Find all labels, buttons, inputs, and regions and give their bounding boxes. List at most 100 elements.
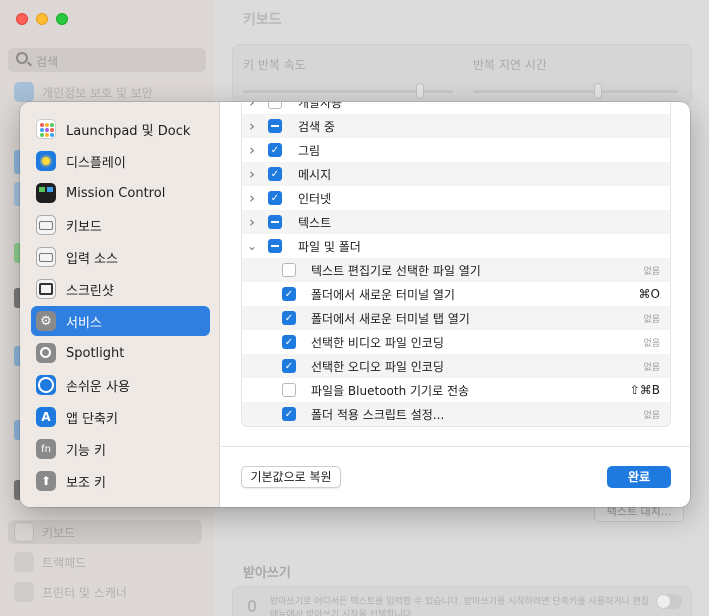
app-shortcuts-icon — [36, 407, 56, 427]
launchpad-icon — [36, 119, 56, 139]
chevron-down-icon[interactable]: ⌄ — [247, 234, 257, 258]
sidebar-item-label: 기능 키 — [66, 443, 107, 459]
shortcut-value[interactable]: 없음 — [643, 312, 660, 325]
sidebar-item-input-sources[interactable]: 입력 소스 — [31, 242, 210, 272]
service-category-row[interactable]: › 검색 중 — [242, 114, 670, 138]
minimize-window-button[interactable] — [36, 13, 48, 25]
service-label: 검색 중 — [298, 119, 335, 134]
service-row[interactable]: ✓ 폴더에서 새로운 터미널 열기 ⌘O — [242, 282, 670, 306]
service-category-row[interactable]: › ✓ 그림 — [242, 138, 670, 162]
service-label: 폴더에서 새로운 터미널 탭 열기 — [311, 311, 470, 326]
services-icon — [36, 311, 56, 331]
dictation-toggle[interactable] — [656, 594, 682, 609]
shortcut-value[interactable]: 없음 — [643, 336, 660, 349]
sidebar-item-label: 스크린샷 — [66, 283, 114, 299]
service-label: 파일을 Bluetooth 기기로 전송 — [311, 383, 470, 398]
search-placeholder: 검색 — [36, 55, 59, 69]
search-icon — [16, 52, 28, 64]
repeat-delay-knob[interactable] — [594, 83, 602, 99]
sidebar-item-screenshots[interactable]: 스크린샷 — [31, 274, 210, 304]
shortcuts-content: › 개발자용 › 검색 중 › ✓ 그림 › ✓ 메시지 › ✓ 인터넷 › 텍스트 ⌄ 파일 및 폴더 텍스트 … — [221, 102, 690, 507]
sidebar-item-label: Mission Control — [66, 185, 166, 201]
sidebar-item-modifier-keys[interactable]: 보조 키 — [31, 466, 210, 496]
service-checkbox[interactable]: ✓ — [282, 287, 296, 301]
service-checkbox[interactable]: ✓ — [268, 167, 282, 181]
service-checkbox[interactable]: ✓ — [268, 143, 282, 157]
chevron-right-icon[interactable]: › — [247, 162, 257, 186]
repeat-delay-label: 반복 지연 시간 — [473, 58, 547, 72]
service-checkbox[interactable]: ✓ — [268, 191, 282, 205]
sidebar-item-label: 프린터 및 스캐너 — [42, 585, 127, 600]
service-row[interactable]: ✓ 선택한 오디오 파일 인코딩 없음 — [242, 354, 670, 378]
service-checkbox[interactable] — [282, 263, 296, 277]
service-row[interactable]: ✓ 선택한 비디오 파일 인코딩 없음 — [242, 330, 670, 354]
chevron-right-icon[interactable]: › — [247, 138, 257, 162]
sidebar-item-mission-control[interactable]: Mission Control — [31, 178, 210, 208]
key-repeat-rate-knob[interactable] — [416, 83, 424, 99]
sidebar-item-keyboard[interactable]: 키보드 — [31, 210, 210, 240]
keyboard-icon — [36, 215, 56, 235]
sidebar-item-label: Launchpad 및 Dock — [66, 123, 191, 139]
service-category-row[interactable]: ⌄ 파일 및 폴더 — [242, 234, 670, 258]
service-row[interactable]: 파일을 Bluetooth 기기로 전송 ⇧⌘B — [242, 378, 670, 402]
sidebar-item-label: 입력 소스 — [66, 251, 118, 267]
function-keys-icon — [36, 439, 56, 459]
sidebar-item-trackpad[interactable]: 트랙패드 — [14, 550, 86, 574]
service-category-row[interactable]: › 텍스트 — [242, 210, 670, 234]
sidebar-item-launchpad[interactable]: Launchpad 및 Dock — [31, 114, 210, 144]
sidebar-item-label: 서비스 — [66, 315, 102, 331]
sidebar-item-printers[interactable]: 프린터 및 스캐너 — [14, 580, 127, 604]
repeat-delay-slider[interactable] — [473, 90, 678, 93]
service-checkbox[interactable]: ✓ — [282, 335, 296, 349]
chevron-right-icon[interactable]: › — [247, 102, 257, 114]
sidebar-item-function-keys[interactable]: 기능 키 — [31, 434, 210, 464]
service-label: 텍스트 편집기로 선택한 파일 열기 — [311, 263, 481, 278]
service-label: 선택한 오디오 파일 인코딩 — [311, 359, 444, 374]
chevron-right-icon[interactable]: › — [247, 210, 257, 234]
dictation-description: 받아쓰기로 어디서든 텍스트를 입력할 수 있습니다. 받아쓰기를 시작하려면 … — [270, 597, 650, 616]
service-checkbox[interactable]: ✓ — [282, 311, 296, 325]
hand-icon — [14, 82, 34, 102]
shortcut-value[interactable]: 없음 — [643, 264, 660, 277]
service-checkbox[interactable] — [268, 102, 282, 109]
service-row[interactable]: ✓ 폴더에서 새로운 터미널 탭 열기 없음 — [242, 306, 670, 330]
service-checkbox[interactable] — [282, 383, 296, 397]
service-checkbox[interactable]: ✓ — [282, 359, 296, 373]
service-row[interactable]: ✓ 폴더 적용 스크립트 설정... 없음 — [242, 402, 670, 426]
chevron-right-icon[interactable]: › — [247, 114, 257, 138]
search-input[interactable]: 검색 — [8, 48, 206, 72]
service-label: 개발자용 — [298, 102, 343, 110]
done-button[interactable]: 완료 — [607, 466, 671, 488]
chevron-right-icon[interactable]: › — [247, 186, 257, 210]
restore-defaults-button[interactable]: 기본값으로 복원 — [241, 466, 341, 488]
sidebar-item-app-shortcuts[interactable]: 앱 단축키 — [31, 402, 210, 432]
sidebar-item-services[interactable]: 서비스 — [31, 306, 210, 336]
key-repeat-group — [232, 44, 692, 104]
service-checkbox[interactable] — [268, 239, 282, 253]
sidebar-item-display[interactable]: 디스플레이 — [31, 146, 210, 176]
shortcut-value[interactable]: ⌘O — [639, 287, 660, 301]
service-label: 인터넷 — [298, 191, 332, 206]
service-category-row[interactable]: › ✓ 인터넷 — [242, 186, 670, 210]
service-label: 메시지 — [298, 167, 332, 182]
sidebar-item-keyboard[interactable]: 키보드 — [8, 520, 202, 544]
shortcut-value[interactable]: 없음 — [643, 408, 660, 421]
shortcut-value[interactable]: 없음 — [643, 360, 660, 373]
sidebar-item-label: 손쉬운 사용 — [66, 379, 130, 395]
service-checkbox[interactable] — [268, 119, 282, 133]
close-window-button[interactable] — [16, 13, 28, 25]
zoom-window-button[interactable] — [56, 13, 68, 25]
service-checkbox[interactable]: ✓ — [282, 407, 296, 421]
shortcut-value[interactable]: ⇧⌘B — [630, 383, 660, 397]
sidebar-item-privacy[interactable]: 개인정보 보호 및 보안 — [14, 80, 153, 104]
display-icon — [36, 151, 56, 171]
sidebar-item-spotlight[interactable]: Spotlight — [31, 338, 210, 368]
service-checkbox[interactable] — [268, 215, 282, 229]
input-source-icon — [36, 247, 56, 267]
sidebar-item-accessibility[interactable]: 손쉬운 사용 — [31, 370, 210, 400]
service-category-row[interactable]: › ✓ 메시지 — [242, 162, 670, 186]
service-row[interactable]: 텍스트 편집기로 선택한 파일 열기 없음 — [242, 258, 670, 282]
service-category-row[interactable]: › 개발자용 — [242, 102, 670, 114]
microphone-icon — [248, 600, 256, 612]
dictation-title: 받아쓰기 — [243, 566, 291, 581]
